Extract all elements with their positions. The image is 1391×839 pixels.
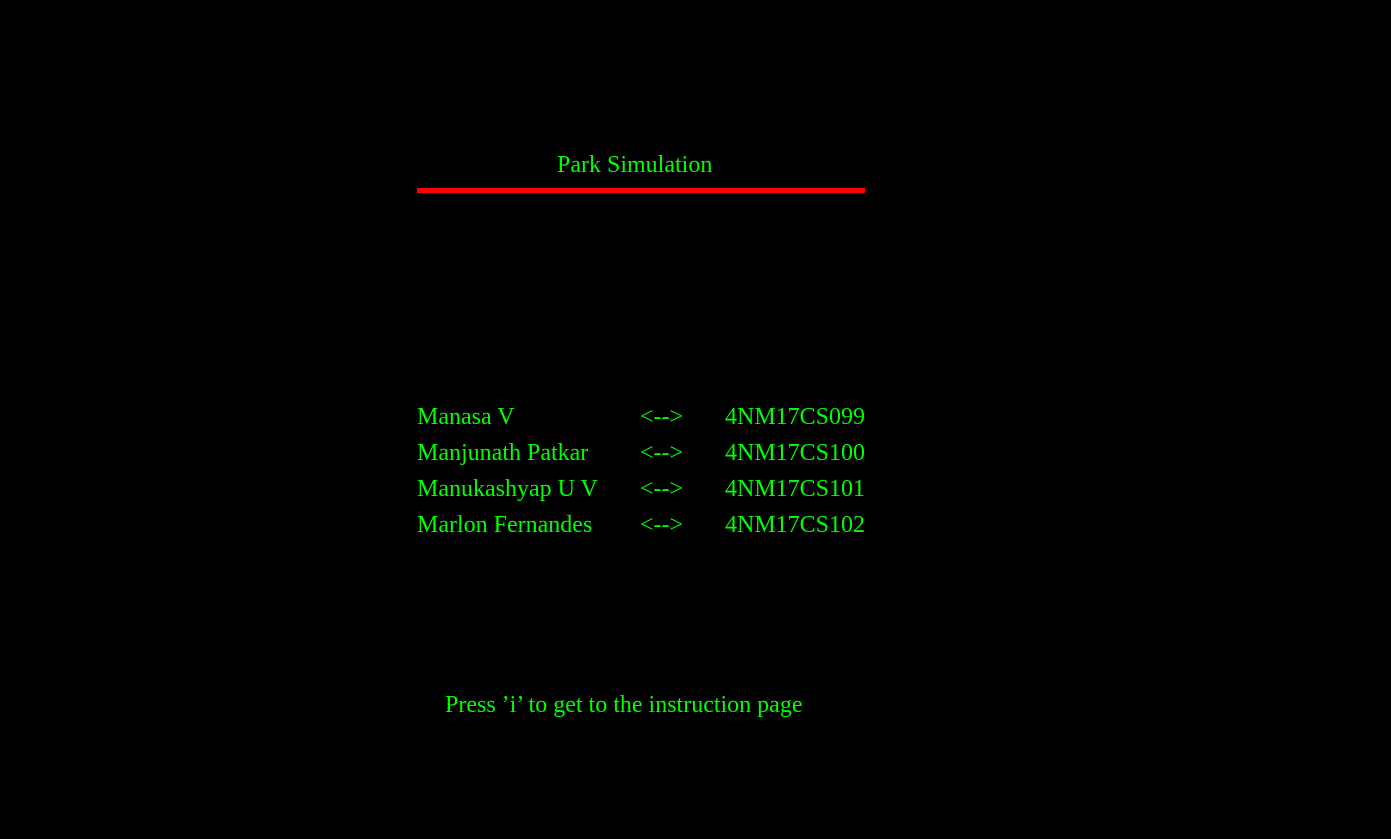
title-underline xyxy=(417,188,865,193)
instruction-prompt: Press ’i’ to get to the instruction page xyxy=(445,692,803,718)
member-name: Manasa V xyxy=(417,404,515,430)
member-arrow: <--> xyxy=(640,440,684,466)
member-name: Marlon Fernandes xyxy=(417,512,593,538)
member-usn: 4NM17CS099 xyxy=(725,404,866,430)
member-arrow: <--> xyxy=(640,512,684,538)
member-name: Manjunath Patkar xyxy=(417,440,589,466)
simulation-window[interactable]: Park Simulation Manasa V <--> 4NM17CS099… xyxy=(0,0,1391,839)
member-arrow: <--> xyxy=(640,476,684,502)
member-usn: 4NM17CS101 xyxy=(725,476,866,502)
member-name: Manukashyap U V xyxy=(417,476,598,502)
member-arrow: <--> xyxy=(640,404,684,430)
member-usn: 4NM17CS102 xyxy=(725,512,866,538)
member-usn: 4NM17CS100 xyxy=(725,440,866,466)
page-title: Park Simulation xyxy=(557,152,713,178)
